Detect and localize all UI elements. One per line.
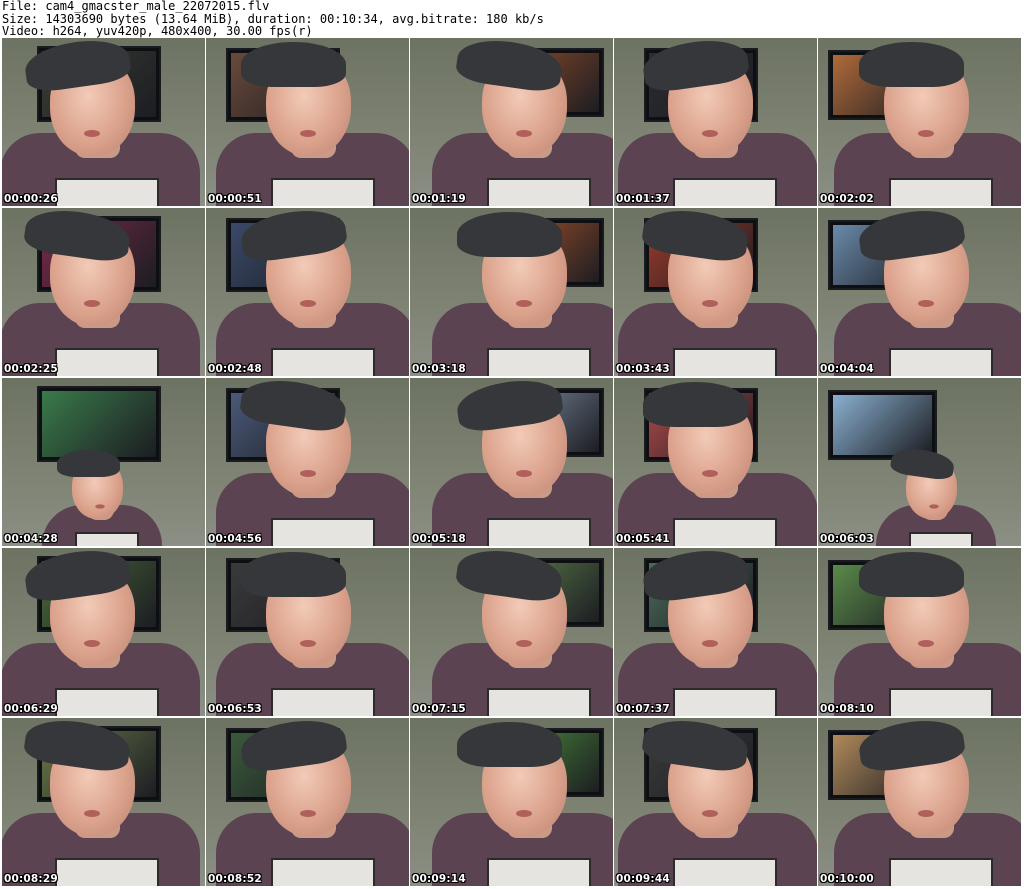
video-thumbnail: 00:09:44 xyxy=(614,718,817,886)
thumbnail-grid: 00:00:26 00:00:51 00:01:19 00:01:37 00:02:02… xyxy=(0,38,1024,889)
shirt-print xyxy=(889,858,993,886)
video-thumbnail: 00:05:18 xyxy=(410,378,613,546)
video-thumbnail: 00:04:04 xyxy=(818,208,1021,376)
video-thumbnail: 00:09:14 xyxy=(410,718,613,886)
shirt-print xyxy=(55,178,159,206)
video-thumbnail: 00:06:53 xyxy=(206,548,409,716)
thumbnail-timestamp: 00:09:14 xyxy=(412,873,466,885)
thumbnail-timestamp: 00:09:44 xyxy=(616,873,670,885)
shirt-print xyxy=(487,688,591,716)
video-thumbnail: 00:07:37 xyxy=(614,548,817,716)
thumbnail-timestamp: 00:07:37 xyxy=(616,703,670,715)
thumbnail-timestamp: 00:08:10 xyxy=(820,703,874,715)
shirt-print xyxy=(75,532,139,546)
shirt-print xyxy=(487,348,591,376)
file-info-header: File: cam4_gmacster_male_22072015.flv Si… xyxy=(2,0,1022,38)
thumbnail-timestamp: 00:04:56 xyxy=(208,533,262,545)
shirt-print xyxy=(889,348,993,376)
thumbnail-timestamp: 00:04:28 xyxy=(4,533,58,545)
shirt-print xyxy=(673,518,777,546)
thumbnail-timestamp: 00:08:52 xyxy=(208,873,262,885)
thumbnail-timestamp: 00:08:29 xyxy=(4,873,58,885)
video-thumbnail: 00:08:10 xyxy=(818,548,1021,716)
shirt-print xyxy=(55,348,159,376)
shirt-print xyxy=(487,178,591,206)
shirt-print xyxy=(271,688,375,716)
video-thumbnail: 00:08:29 xyxy=(2,718,205,886)
shirt-print xyxy=(673,348,777,376)
video-thumbnail: 00:02:48 xyxy=(206,208,409,376)
baseball-cap xyxy=(241,42,346,87)
shirt-print xyxy=(889,688,993,716)
thumbnail-timestamp: 00:10:00 xyxy=(820,873,874,885)
baseball-cap xyxy=(859,552,964,597)
video-thumbnail: 00:02:02 xyxy=(818,38,1021,206)
thumbnail-timestamp: 00:02:25 xyxy=(4,363,58,375)
thumbnail-timestamp: 00:00:26 xyxy=(4,193,58,205)
thumbnail-timestamp: 00:02:02 xyxy=(820,193,874,205)
thumbnail-timestamp: 00:00:51 xyxy=(208,193,262,205)
baseball-cap xyxy=(457,722,562,767)
thumbnail-timestamp: 00:04:04 xyxy=(820,363,874,375)
video-thumbnail: 00:08:52 xyxy=(206,718,409,886)
shirt-print xyxy=(271,178,375,206)
video-info-line: Video: h264, yuv420p, 480x400, 30.00 fps… xyxy=(2,24,313,38)
video-thumbnail: 00:03:18 xyxy=(410,208,613,376)
shirt-print xyxy=(487,518,591,546)
shirt-print xyxy=(889,178,993,206)
video-thumbnail: 00:05:41 xyxy=(614,378,817,546)
thumbnail-timestamp: 00:07:15 xyxy=(412,703,466,715)
baseball-cap xyxy=(643,382,748,427)
video-thumbnail: 00:01:19 xyxy=(410,38,613,206)
shirt-print xyxy=(673,688,777,716)
video-thumbnail: 00:00:26 xyxy=(2,38,205,206)
baseball-cap xyxy=(457,212,562,257)
thumbnail-timestamp: 00:05:18 xyxy=(412,533,466,545)
baseball-cap xyxy=(241,552,346,597)
thumbnail-timestamp: 00:02:48 xyxy=(208,363,262,375)
video-thumbnail: 00:00:51 xyxy=(206,38,409,206)
shirt-print xyxy=(673,178,777,206)
video-thumbnail: 00:02:25 xyxy=(2,208,205,376)
thumbnail-timestamp: 00:03:18 xyxy=(412,363,466,375)
baseball-cap xyxy=(859,42,964,87)
shirt-print xyxy=(271,858,375,886)
shirt-print xyxy=(55,688,159,716)
video-thumbnail: 00:07:15 xyxy=(410,548,613,716)
video-thumbnail: 00:03:43 xyxy=(614,208,817,376)
video-thumbnail: 00:01:37 xyxy=(614,38,817,206)
thumbnail-timestamp: 00:01:37 xyxy=(616,193,670,205)
file-name-line: File: cam4_gmacster_male_22072015.flv xyxy=(2,0,270,13)
thumbnail-timestamp: 00:05:41 xyxy=(616,533,670,545)
video-thumbnail: 00:04:56 xyxy=(206,378,409,546)
shirt-print xyxy=(271,348,375,376)
thumbnail-timestamp: 00:06:53 xyxy=(208,703,262,715)
video-thumbnail: 00:06:29 xyxy=(2,548,205,716)
shirt-print xyxy=(271,518,375,546)
video-thumbnail: 00:06:03 xyxy=(818,378,1021,546)
video-thumbnail: 00:04:28 xyxy=(2,378,205,546)
video-thumbnail: 00:10:00 xyxy=(818,718,1021,886)
shirt-print xyxy=(487,858,591,886)
shirt-print xyxy=(673,858,777,886)
baseball-cap xyxy=(57,450,120,478)
shirt-print xyxy=(55,858,159,886)
thumbnail-timestamp: 00:01:19 xyxy=(412,193,466,205)
thumbnail-timestamp: 00:06:03 xyxy=(820,533,874,545)
shirt-print xyxy=(909,532,973,546)
thumbnail-timestamp: 00:06:29 xyxy=(4,703,58,715)
thumbnail-timestamp: 00:03:43 xyxy=(616,363,670,375)
